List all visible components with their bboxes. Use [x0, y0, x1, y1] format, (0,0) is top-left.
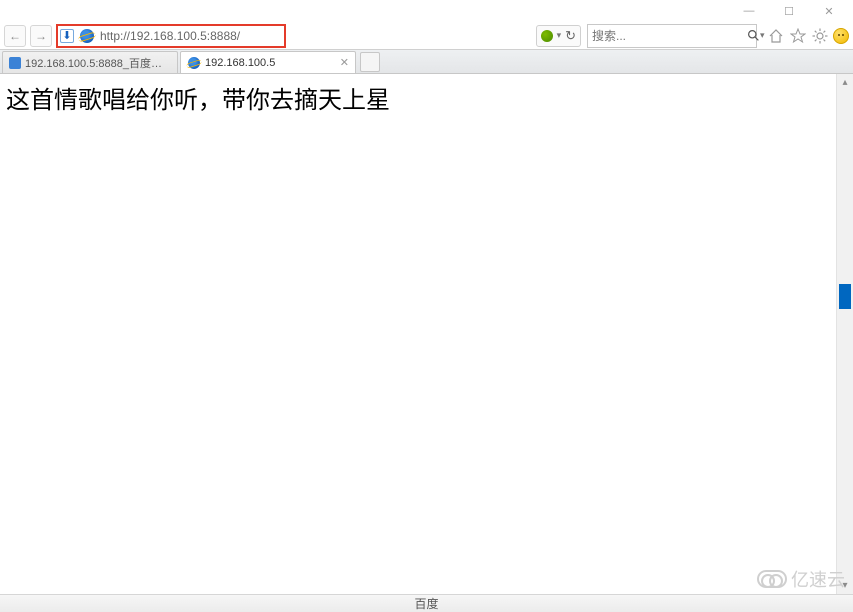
- tab-item-active[interactable]: 192.168.100.5 ✕: [180, 51, 356, 73]
- tab-close-icon[interactable]: ✕: [340, 56, 349, 69]
- settings-gear-icon[interactable]: [811, 27, 829, 45]
- scroll-up-icon[interactable]: ▴: [837, 74, 853, 91]
- url-input[interactable]: [98, 26, 284, 46]
- favicon-icon: [9, 57, 21, 69]
- tab-item[interactable]: 192.168.100.5:8888_百度搜索: [2, 51, 178, 73]
- window-titlebar: — ☐ ✕: [0, 0, 853, 22]
- favicon-ie-icon: [188, 57, 200, 69]
- status-bar: 百度: [0, 594, 853, 612]
- search-box[interactable]: ▾: [587, 24, 757, 48]
- compat-dot-icon: [541, 30, 553, 42]
- window-maximize-button[interactable]: ☐: [769, 1, 809, 21]
- new-tab-button[interactable]: [360, 52, 380, 72]
- search-input[interactable]: [592, 29, 747, 43]
- ie-icon: [78, 27, 96, 45]
- forward-button[interactable]: →: [30, 25, 52, 47]
- tab-strip: 192.168.100.5:8888_百度搜索 192.168.100.5 ✕: [0, 50, 853, 74]
- favorites-star-icon[interactable]: [789, 27, 807, 45]
- scroll-thumb[interactable]: [839, 284, 851, 309]
- search-icon[interactable]: [747, 29, 760, 42]
- back-button[interactable]: ←: [4, 25, 26, 47]
- vertical-scrollbar[interactable]: ▴ ▾: [836, 74, 853, 594]
- window-close-button[interactable]: ✕: [809, 1, 849, 21]
- refresh-icon[interactable]: ↻: [565, 28, 576, 44]
- window-minimize-button[interactable]: —: [729, 1, 769, 21]
- browser-toolbar: ← → ⬇ ▾ ↻ ▾: [0, 22, 853, 50]
- scroll-down-icon[interactable]: ▾: [837, 577, 853, 594]
- page-content-text: 这首情歌唱给你听，带你去摘天上星: [6, 88, 390, 114]
- search-chevron-down-icon[interactable]: ▾: [760, 30, 765, 41]
- tab-label: 192.168.100.5:8888_百度搜索: [25, 55, 171, 71]
- address-bar[interactable]: ⬇: [56, 24, 286, 48]
- page-body: 这首情歌唱给你听，带你去摘天上星: [0, 74, 836, 594]
- security-shield-icon: ⬇: [60, 29, 74, 43]
- home-icon[interactable]: [767, 27, 785, 45]
- chevron-down-icon: ▾: [557, 30, 562, 41]
- status-text: 百度: [414, 595, 438, 612]
- viewport: 这首情歌唱给你听，带你去摘天上星 ▴ ▾: [0, 74, 853, 594]
- compat-view-button[interactable]: ▾ ↻: [536, 25, 581, 47]
- feedback-smile-icon[interactable]: [833, 28, 849, 44]
- tab-label: 192.168.100.5: [205, 57, 328, 69]
